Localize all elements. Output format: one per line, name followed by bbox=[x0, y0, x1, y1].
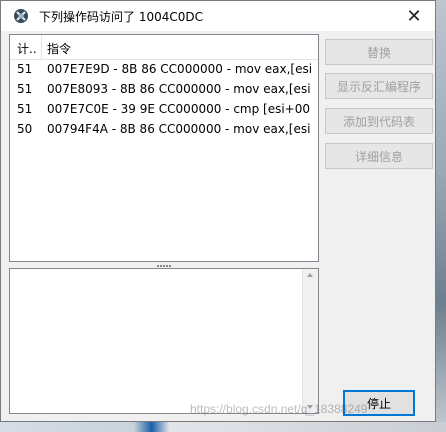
watermark-text: https://blog.csdn.net/q_18388249 bbox=[190, 402, 368, 416]
list-rows: 51 007E7E9D - 8B 86 CC000000 - mov eax,[… bbox=[10, 59, 318, 139]
row-count: 51 bbox=[17, 102, 33, 116]
column-divider[interactable] bbox=[41, 35, 42, 59]
more-info-button[interactable]: 详细信息 bbox=[325, 143, 433, 169]
list-header: 计.. 指令 bbox=[10, 35, 318, 60]
desktop-background-bottom bbox=[0, 422, 446, 432]
show-disassembler-button[interactable]: 显示反汇编程序 bbox=[325, 73, 433, 99]
row-instruction: 00794F4A - 8B 86 CC000000 - mov eax,[esi bbox=[47, 122, 311, 136]
list-row[interactable]: 51 007E7C0E - 39 9E CC000000 - cmp [esi+… bbox=[10, 99, 318, 119]
row-count: 51 bbox=[17, 82, 33, 96]
splitter-grip-icon bbox=[157, 264, 171, 267]
desktop-background-right bbox=[436, 0, 446, 432]
row-instruction: 007E7C0E - 39 9E CC000000 - cmp [esi+00 bbox=[47, 102, 311, 116]
row-count: 51 bbox=[17, 62, 33, 76]
title-bar[interactable]: 下列操作码访问了 1004C0DC ✕ bbox=[1, 1, 435, 31]
detail-text-panel[interactable] bbox=[9, 268, 319, 414]
list-row[interactable]: 50 00794F4A - 8B 86 CC000000 - mov eax,[… bbox=[10, 119, 318, 139]
vertical-scrollbar[interactable] bbox=[302, 269, 318, 413]
scroll-up-icon[interactable] bbox=[307, 273, 313, 277]
column-header-count[interactable]: 计.. bbox=[17, 40, 41, 57]
row-instruction: 007E7E9D - 8B 86 CC000000 - mov eax,[esi bbox=[47, 62, 313, 76]
instruction-list[interactable]: 计.. 指令 51 007E7E9D - 8B 86 CC000000 - mo… bbox=[9, 34, 319, 262]
row-count: 50 bbox=[17, 122, 33, 136]
row-instruction: 007E8093 - 8B 86 CC000000 - mov eax,[esi bbox=[47, 82, 311, 96]
column-header-instruction[interactable]: 指令 bbox=[47, 40, 71, 57]
add-to-codelist-button[interactable]: 添加到代码表 bbox=[325, 108, 433, 134]
replace-button[interactable]: 替换 bbox=[325, 39, 433, 65]
window-title: 下列操作码访问了 1004C0DC bbox=[39, 10, 203, 24]
list-row[interactable]: 51 007E8093 - 8B 86 CC000000 - mov eax,[… bbox=[10, 79, 318, 99]
close-icon: ✕ bbox=[406, 5, 422, 27]
cheat-engine-icon bbox=[14, 9, 28, 23]
opcode-access-dialog: 下列操作码访问了 1004C0DC ✕ 计.. 指令 51 007E7E9D -… bbox=[0, 0, 436, 422]
list-row[interactable]: 51 007E7E9D - 8B 86 CC000000 - mov eax,[… bbox=[10, 59, 318, 79]
close-button[interactable]: ✕ bbox=[393, 1, 435, 31]
